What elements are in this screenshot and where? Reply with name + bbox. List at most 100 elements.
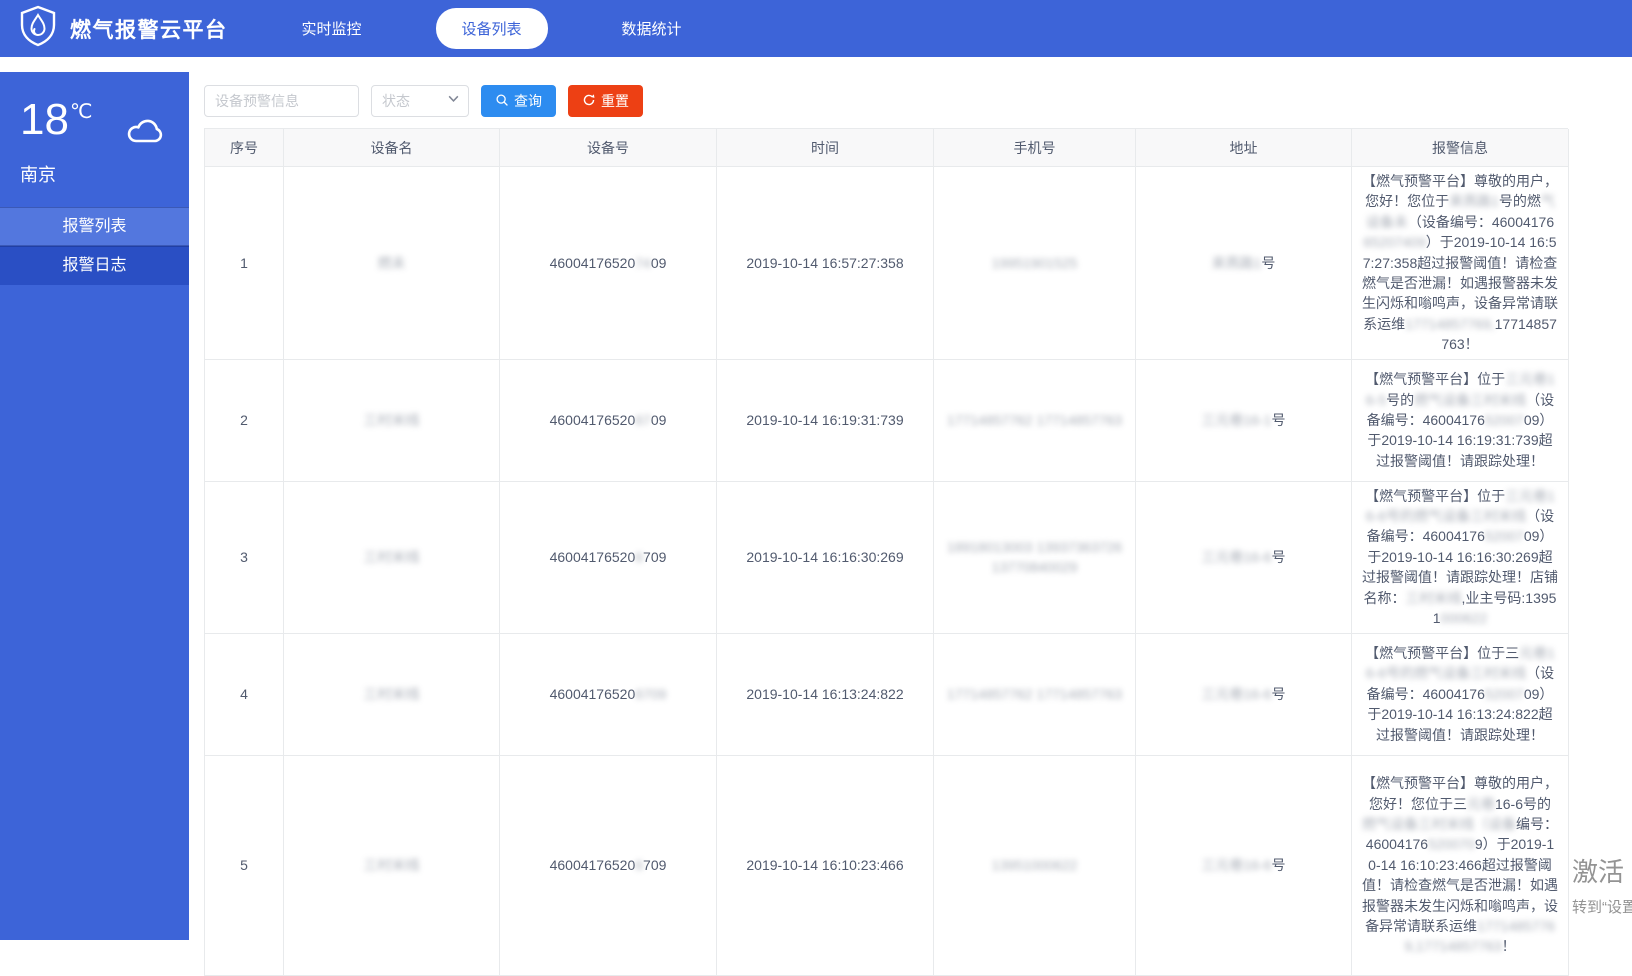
redacted-text: 三村米线 <box>364 686 420 702</box>
cell-text: 号的 <box>1386 392 1414 408</box>
cell-address: 三元巷16-6号 <box>1136 634 1352 756</box>
redacted-text: 三村米线 <box>364 857 420 873</box>
cell-text: 09 <box>651 412 667 428</box>
sidebar-menu-item[interactable]: 报警日志 <box>0 246 189 285</box>
cell-text: ！ <box>1502 938 1516 954</box>
redacted-text: 元巷 <box>1467 796 1495 812</box>
redacted-text: 67 <box>635 412 651 428</box>
column-header: 时间 <box>717 129 934 167</box>
cell-address: 三元巷16-1号 <box>1136 360 1352 482</box>
cell-text: 46004176520 <box>550 857 636 873</box>
sidebar-menu: 报警列表报警日志 <box>0 207 189 285</box>
query-button-label: 查询 <box>514 91 542 111</box>
redacted-text: 三村米线 <box>364 412 420 428</box>
weather-widget: 18 ℃ 南京 <box>0 72 189 205</box>
redacted-text: 6 <box>635 549 643 565</box>
table-row: 2 三村米线 460041765206709 2019-10-14 16:19:… <box>205 360 1568 482</box>
redacted-text: 000622 <box>1441 610 1488 626</box>
cell-alarm-message: 【燃气预警平台】位于三元巷16-6号的燃气设备三村米线（设备编号：4600417… <box>1352 482 1569 634</box>
cell-phone: 13951000622 <box>934 756 1136 976</box>
alarm-search-input[interactable] <box>204 85 359 117</box>
reset-button[interactable]: 重置 <box>568 85 643 117</box>
redacted-text: 三元巷16-6 <box>1201 549 1271 565</box>
cell-text: 【燃气预警平台】位于 <box>1365 371 1505 387</box>
redacted-text: 520070 <box>1428 836 1475 852</box>
table-row: 1 燃未 460041765207409 2019-10-14 16:57:27… <box>205 167 1568 360</box>
cell-address: 来燕路1号 <box>1136 167 1352 360</box>
cell-text: （设备编号：46004176 <box>1408 214 1554 230</box>
weather-city: 南京 <box>20 161 169 187</box>
refresh-icon <box>582 93 596 110</box>
column-header: 地址 <box>1136 129 1352 167</box>
redacted-text: 来燕路1 <box>1212 255 1262 271</box>
cell-text: 16-6号的 <box>1495 796 1551 812</box>
column-header: 手机号 <box>934 129 1136 167</box>
redacted-text: 三元巷16-6 <box>1201 686 1271 702</box>
cell-alarm-message: 【燃气预警平台】尊敬的用户，您好！您位于三元巷16-6号的燃气设备三村米线（设备… <box>1352 756 1569 976</box>
redacted-text: 52007 <box>1485 528 1524 544</box>
redacted-text: 燃未 <box>378 255 406 271</box>
cell-alarm-message: 【燃气预警平台】位于三元巷16-5号的燃气设备三村米线（设备编号：4600417… <box>1352 360 1569 482</box>
cell-device-no: 460041765206709 <box>500 634 717 756</box>
cell-text: 46004176520 <box>550 412 636 428</box>
cell-device-name: 三村米线 <box>284 360 500 482</box>
redacted-text: 来燕路1 <box>1449 193 1499 209</box>
status-select-value: 状态 <box>382 91 410 111</box>
query-button[interactable]: 查询 <box>481 85 556 117</box>
app-title: 燃气报警云平台 <box>70 14 228 44</box>
column-header: 序号 <box>205 129 284 167</box>
cell-text: 【燃气预警平台】位于三 <box>1365 645 1519 661</box>
nav-tab[interactable]: 数据统计 <box>596 8 708 49</box>
cell-text: 号 <box>1272 857 1286 873</box>
cell-text: 46004176520 <box>550 255 636 271</box>
redacted-text: 17714857762 17714857763 <box>947 686 1122 702</box>
temperature-value: 18 <box>20 98 69 142</box>
search-icon <box>495 93 509 110</box>
cell-text: 46004176520 <box>550 549 636 565</box>
cell-time: 2019-10-14 16:57:27:358 <box>717 167 934 360</box>
redacted-text: 52007 <box>1485 686 1524 702</box>
cell-index: 2 <box>205 360 284 482</box>
watermark-line2: 转到“设置” <box>1572 896 1632 917</box>
logo-shield-flame-icon <box>18 5 58 52</box>
cell-text: 号 <box>1272 686 1286 702</box>
cell-phone: 18918013003 13937363726 13770840029 <box>934 482 1136 634</box>
redacted-text: 三村米线 <box>1406 590 1462 606</box>
cell-device-name: 燃未 <box>284 167 500 360</box>
table-row: 4 三村米线 460041765206709 2019-10-14 16:13:… <box>205 634 1568 756</box>
table-row: 5 三村米线 460041765206709 2019-10-14 16:10:… <box>205 756 1568 976</box>
column-header: 设备名 <box>284 129 500 167</box>
redacted-text: 三元巷16-1 <box>1201 412 1271 428</box>
table-body: 1 燃未 460041765207409 2019-10-14 16:57:27… <box>205 167 1568 976</box>
redacted-text: 三元巷16-6 <box>1201 857 1271 873</box>
top-nav: 实时监控 设备列表 数据统计 <box>276 8 756 49</box>
nav-tab[interactable]: 实时监控 <box>276 8 388 49</box>
cell-phone: 19951901525 <box>934 167 1136 360</box>
cell-phone: 17714857762 17714857763 <box>934 634 1136 756</box>
redacted-text: 74 <box>635 255 651 271</box>
cell-text: 709 <box>643 857 666 873</box>
redacted-text: 65207409 <box>1363 234 1425 250</box>
sidebar-menu-item[interactable]: 报警列表 <box>0 207 189 246</box>
redacted-text: 52007 <box>1485 412 1524 428</box>
status-select[interactable]: 状态 <box>371 85 469 117</box>
cell-text: 号 <box>1261 255 1275 271</box>
cell-device-name: 三村米线 <box>284 482 500 634</box>
table-row: 3 三村米线 460041765206709 2019-10-14 16:16:… <box>205 482 1568 634</box>
reset-button-label: 重置 <box>601 91 629 111</box>
redacted-text: 三村米线 <box>364 549 420 565</box>
table-header-row: 序号设备名设备号时间手机号地址报警信息 <box>205 129 1568 167</box>
cell-device-name: 三村米线 <box>284 756 500 976</box>
redacted-text: 燃气设备三村米线 <box>1362 816 1474 832</box>
column-header: 设备号 <box>500 129 717 167</box>
cell-time: 2019-10-14 16:16:30:269 <box>717 482 934 634</box>
redacted-text: 6 <box>635 857 643 873</box>
cell-address: 三元巷16-6号 <box>1136 756 1352 976</box>
column-header: 报警信息 <box>1352 129 1569 167</box>
nav-tab[interactable]: 设备列表 <box>436 8 548 49</box>
cell-text: 09 <box>651 255 667 271</box>
watermark-line1: 激活 <box>1572 852 1632 889</box>
redacted-text: 6709 <box>635 686 666 702</box>
redacted-text: 17714857762 17714857763 <box>947 412 1122 428</box>
chevron-down-icon <box>447 92 460 110</box>
